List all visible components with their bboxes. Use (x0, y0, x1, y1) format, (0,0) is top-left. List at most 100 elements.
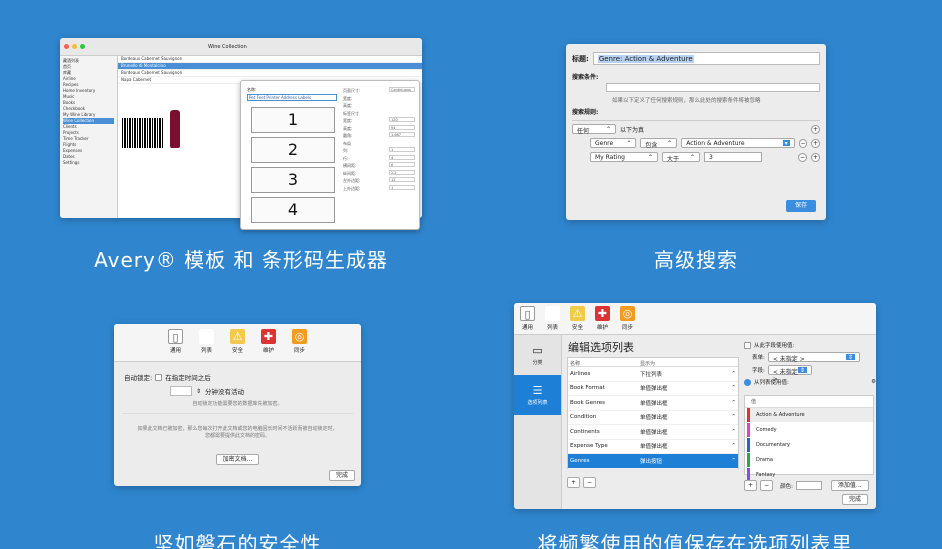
option-value[interactable]: 1 (389, 184, 415, 190)
table-row[interactable]: Brunello di Montalcino (118, 63, 422, 70)
option-row: 圆角: 1.667 (343, 132, 415, 140)
general-icon: ▯ (168, 329, 183, 344)
rule2-field-popup[interactable]: My Rating ⌃ (590, 152, 658, 162)
option-row: 宽度: (343, 95, 415, 103)
rule2-value-field[interactable]: 3 (704, 152, 762, 162)
save-button[interactable]: 保存 (786, 200, 816, 212)
label-cell[interactable]: 4 (251, 197, 335, 223)
sidebar-item-picklists[interactable]: ☰ 选项列表 (514, 375, 561, 415)
color-label: 颜色: (780, 483, 793, 490)
list-item[interactable]: Expense Type 单值弹出框 ⌃ (568, 440, 738, 454)
security-panel: ▯ 通用 ✎ 列表 ⚠ 安全 ✚ 维护 ◎ 同步 自动锁定: 在指定时间之后 ⇕ 分钟没有活动 自… (114, 324, 361, 486)
option-value[interactable]: Continuous (389, 87, 415, 92)
option-label: 标签尺寸 (343, 110, 359, 116)
add-list-button[interactable]: + (567, 477, 581, 488)
tab-security[interactable]: ⚠ 安全 (230, 329, 245, 361)
tab-sync[interactable]: ◎ 同步 (292, 329, 307, 361)
field-label: 字段: (752, 368, 765, 374)
condition-field[interactable] (606, 83, 820, 92)
label-cell[interactable]: 2 (251, 137, 335, 163)
title-field[interactable]: Genre: Action & Adventure (592, 52, 820, 65)
barcode-image (122, 118, 164, 148)
item-name: Condition (570, 414, 597, 421)
tab-maintenance[interactable]: ✚ 维护 (261, 329, 276, 361)
option-value[interactable]: 2.2 (389, 169, 415, 175)
gear-icon[interactable]: ⚙ (871, 379, 876, 385)
value-item[interactable]: Documentary (747, 438, 873, 452)
sidebar-item[interactable]: Settings (63, 160, 114, 166)
label-name-field[interactable]: Pet Feet Printer Address Labels (247, 94, 337, 101)
list-item[interactable]: Book Genres 单值弹出框 ⌃ (568, 396, 738, 411)
option-value[interactable]: 12 (389, 177, 415, 182)
done-button[interactable]: 完成 (328, 470, 355, 481)
list-item[interactable]: Book Format 单值弹出框 ⌃ (568, 382, 738, 396)
tab-general[interactable]: ▯ 通用 (168, 329, 183, 361)
prefs-toolbar: ▯ 通用 ✎ 列表 ⚠ 安全 ✚ 维护 ◎ 同步 (514, 303, 876, 335)
list-item[interactable]: Condition 单值弹出框 ⌃ (568, 411, 738, 425)
security-icon: ⚠ (230, 329, 245, 344)
sidebar-item-categories[interactable]: ▭ 分类 (514, 335, 561, 375)
from-field-checkbox[interactable] (744, 341, 751, 349)
add-rule-button[interactable]: + (811, 124, 820, 134)
list-item[interactable]: Airlines 下拉列表 ⌃ (568, 367, 738, 382)
remove-value-button[interactable]: − (760, 480, 774, 491)
rule1-value-combo[interactable]: Action & Adventure ▾ (681, 138, 795, 148)
autolock-checkbox[interactable] (155, 373, 163, 381)
tab-general[interactable]: ▯ 通用 (520, 306, 535, 331)
value-item[interactable]: Drama (747, 453, 873, 467)
option-value[interactable]: 1 (389, 147, 415, 152)
list-item[interactable]: Genres 弹出按钮 ⌃ (568, 454, 738, 469)
item-name: Airlines (570, 370, 591, 377)
remove-rule-button[interactable]: − (798, 138, 808, 148)
match-value: 任何 (577, 128, 590, 135)
option-value[interactable]: 4 (389, 154, 415, 160)
color-well[interactable] (795, 481, 822, 490)
label-cell[interactable]: 3 (251, 167, 335, 193)
rule1-value: Action & Adventure (686, 140, 745, 147)
remove-rule-button[interactable]: − (798, 152, 807, 162)
match-popup[interactable]: 任何 ⌃ (572, 124, 616, 135)
option-value[interactable]: 54 (389, 124, 415, 130)
rule1-field: Genre (595, 140, 614, 147)
rule2-op-popup[interactable]: 大于 ⌃ (662, 152, 700, 163)
table-label: 表单: (752, 355, 765, 361)
add-rule-button[interactable]: + (811, 152, 820, 162)
chevron-icon: ⌃ (731, 457, 736, 464)
table-popup[interactable]: < 未指定 > ⇕ (767, 352, 860, 363)
done-button[interactable]: 完成 (841, 494, 868, 505)
chevron-down-icon: ⇕ (797, 367, 807, 374)
minutes-field[interactable] (170, 386, 192, 396)
add-rule-button[interactable]: + (811, 138, 821, 148)
option-value[interactable]: 0 (389, 162, 415, 167)
prefs-toolbar: ▯ 通用 ✎ 列表 ⚠ 安全 ✚ 维护 ◎ 同步 (114, 324, 361, 362)
value-item[interactable]: Action & Adventure (747, 408, 873, 422)
chevron-down-icon[interactable]: ▾ (782, 140, 790, 147)
rule1-op-popup[interactable]: 包含 ⌃ (640, 138, 678, 149)
minimize-icon[interactable] (72, 44, 77, 49)
tab-security[interactable]: ⚠ 安全 (570, 306, 585, 331)
field-popup[interactable]: < 未指定 > ⇕ (767, 365, 812, 383)
value-item[interactable]: Comedy (747, 423, 873, 437)
option-label: 宽度: (343, 118, 353, 123)
option-value[interactable]: 120 (389, 117, 415, 122)
tab-list[interactable]: ✎ 列表 (545, 306, 560, 331)
tab-maintenance[interactable]: ✚ 维护 (595, 306, 610, 331)
add-value-button[interactable]: + (744, 480, 758, 491)
encrypt-button[interactable]: 加密文档... (215, 454, 260, 465)
tab-label: 安全 (231, 348, 243, 354)
from-list-radio[interactable] (744, 378, 751, 386)
list-item[interactable]: Continents 单值弹出框 ⌃ (568, 425, 738, 440)
tab-list[interactable]: ✎ 列表 (199, 329, 214, 361)
remove-list-button[interactable]: − (583, 477, 597, 488)
option-value[interactable]: 1.667 (389, 132, 415, 137)
zoom-icon[interactable] (80, 44, 85, 49)
option-label: 上外边距: (343, 185, 361, 191)
stepper-icon[interactable]: ⇕ (196, 388, 201, 395)
table-row[interactable]: Bordeaux Cabernet Sauvignon (118, 56, 422, 63)
close-icon[interactable] (64, 44, 69, 49)
label-cell[interactable]: 1 (251, 107, 335, 133)
rule1-field-popup[interactable]: Genre ⌃ (590, 138, 637, 148)
table-row[interactable]: Bordeaux Cabernet Sauvignon (118, 70, 422, 77)
tab-sync[interactable]: ◎ 同步 (620, 306, 635, 331)
rule1-op: 包含 (645, 142, 658, 149)
